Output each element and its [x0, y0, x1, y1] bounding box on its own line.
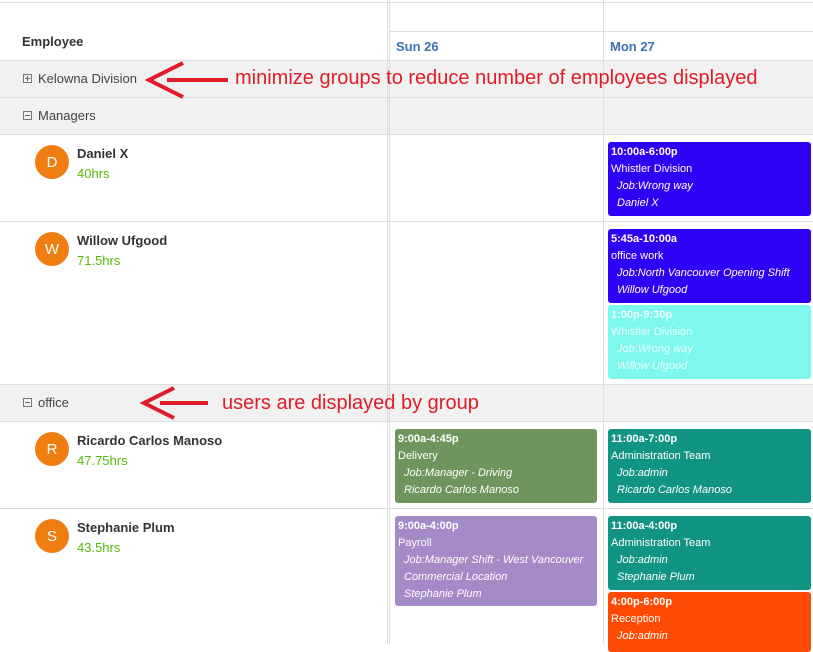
group-row-managers — [0, 98, 813, 134]
collapse-icon[interactable] — [23, 398, 32, 407]
employee-name[interactable]: Ricardo Carlos Manoso — [77, 433, 222, 448]
shift-location: Administration Team — [611, 450, 711, 462]
shift-location: Whistler Division — [611, 326, 693, 338]
shift-time: 11:00a-7:00p — [611, 433, 678, 445]
shift-location: Reception — [611, 613, 661, 625]
employee-column-header[interactable]: Employee — [22, 34, 83, 49]
shift-card[interactable]: 9:00a-4:45p Delivery Job:Manager - Drivi… — [395, 429, 597, 503]
shift-job: Job:admin — [617, 554, 668, 566]
shift-time: 11:00a-4:00p — [611, 520, 678, 532]
collapse-icon[interactable] — [23, 111, 32, 120]
shift-location: Payroll — [398, 537, 432, 549]
shift-job: Job:Wrong way — [617, 343, 693, 355]
employee-hours: 40hrs — [77, 166, 110, 181]
shift-card[interactable]: 1:00p-9:30p Whistler Division Job:Wrong … — [608, 305, 811, 379]
expand-icon[interactable] — [23, 74, 32, 83]
shift-card[interactable]: 4:00p-6:00p Reception Job:admin — [608, 592, 811, 652]
arrow-left-icon — [145, 61, 228, 99]
shift-employee: Ricardo Carlos Manoso — [617, 484, 732, 496]
shift-job: Job:Manager Shift - West Vancouver Comme… — [404, 554, 584, 583]
annotation-users-note: users are displayed by group — [222, 392, 479, 414]
day-header-sun[interactable]: Sun 26 — [396, 39, 439, 54]
annotation-groups-note: minimize groups to reduce number of empl… — [235, 67, 758, 89]
employee-hours: 43.5hrs — [77, 540, 121, 555]
avatar: R — [35, 432, 69, 466]
shift-employee: Willow Ufgood — [617, 284, 688, 296]
day-header-mon[interactable]: Mon 27 — [610, 39, 655, 54]
employee-hours: 47.75hrs — [77, 453, 128, 468]
shift-time: 1:00p-9:30p — [611, 309, 673, 321]
group-label-office[interactable]: office — [38, 395, 69, 410]
employee-name[interactable]: Daniel X — [77, 146, 128, 161]
shift-location: Administration Team — [611, 537, 711, 549]
avatar: W — [35, 232, 69, 266]
shift-time: 5:45a-10:00a — [611, 233, 678, 245]
shift-job: Job:admin — [617, 467, 668, 479]
shift-card[interactable]: 11:00a-4:00p Administration Team Job:adm… — [608, 516, 811, 590]
shift-card[interactable]: 9:00a-4:00p Payroll Job:Manager Shift - … — [395, 516, 597, 606]
employee-name[interactable]: Willow Ufgood — [77, 233, 167, 248]
shift-employee: Stephanie Plum — [404, 588, 482, 600]
shift-job: Job:Wrong way — [617, 180, 693, 192]
shift-location: Delivery — [398, 450, 438, 462]
avatar: S — [35, 519, 69, 553]
shift-employee: Willow Ufgood — [617, 360, 688, 372]
shift-location: Whistler Division — [611, 163, 693, 175]
shift-time: 4:00p-6:00p — [611, 596, 673, 608]
arrow-left-icon — [140, 386, 208, 420]
employee-hours: 71.5hrs — [77, 253, 121, 268]
shift-employee: Ricardo Carlos Manoso — [404, 484, 519, 496]
shift-card[interactable]: 5:45a-10:00a office work Job:North Vanco… — [608, 229, 811, 303]
row-divider — [390, 31, 813, 32]
avatar: D — [35, 145, 69, 179]
shift-job: Job:admin — [617, 630, 668, 642]
shift-job: Job:North Vancouver Opening Shift — [617, 267, 790, 279]
group-label-kelowna[interactable]: Kelowna Division — [38, 71, 137, 86]
group-label-managers[interactable]: Managers — [38, 108, 96, 123]
shift-card[interactable]: 10:00a-6:00p Whistler Division Job:Wrong… — [608, 142, 811, 216]
row-divider — [0, 2, 813, 3]
shift-job: Job:Manager - Driving — [404, 467, 513, 479]
shift-time: 9:00a-4:00p — [398, 520, 459, 532]
shift-card[interactable]: 11:00a-7:00p Administration Team Job:adm… — [608, 429, 811, 503]
shift-employee: Stephanie Plum — [617, 571, 695, 583]
shift-time: 9:00a-4:45p — [398, 433, 459, 445]
shift-time: 10:00a-6:00p — [611, 146, 678, 158]
employee-name[interactable]: Stephanie Plum — [77, 520, 175, 535]
shift-location: office work — [611, 250, 664, 262]
shift-employee: Daniel X — [617, 197, 659, 209]
